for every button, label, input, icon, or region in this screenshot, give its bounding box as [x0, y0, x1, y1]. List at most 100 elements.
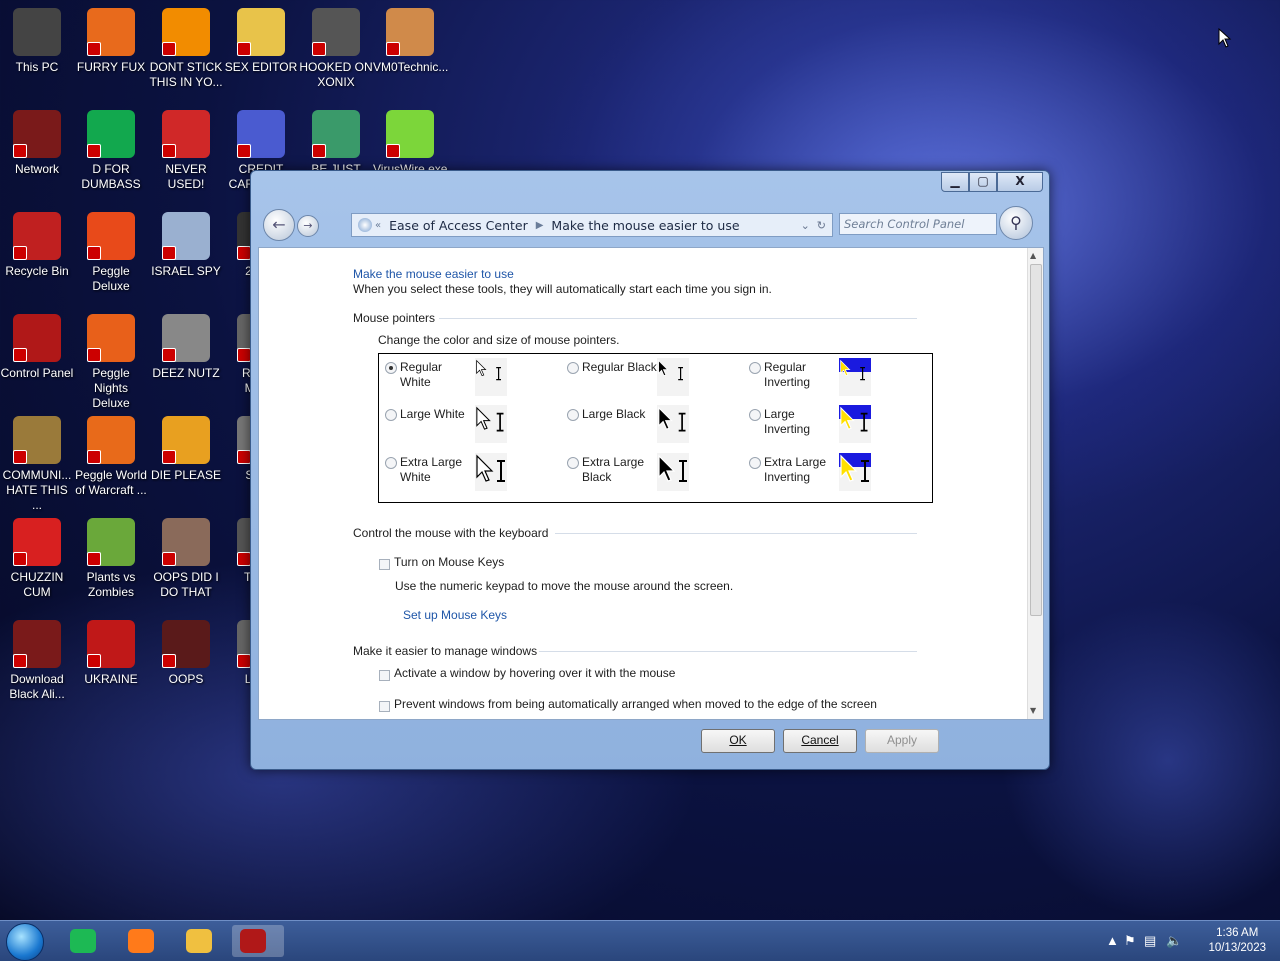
app-icon [386, 8, 434, 56]
forward-arrow-icon[interactable]: → [297, 215, 319, 237]
close-button[interactable]: X [997, 172, 1043, 192]
pointer-option-label[interactable]: Large White [400, 407, 465, 422]
pointer-option-label[interactable]: Extra Large Inverting [764, 455, 826, 485]
pointer-radio[interactable] [567, 362, 579, 374]
desktop-icon[interactable]: Download Black Ali... [0, 614, 74, 702]
address-dropdown-refresh[interactable]: ⌄ ↻ [801, 219, 832, 232]
search-icon[interactable]: ⚲ [999, 206, 1033, 240]
app-icon [87, 518, 135, 566]
minimize-button[interactable]: ▁ [941, 172, 969, 192]
desktop-icon[interactable]: FURRY FUX [74, 2, 148, 75]
desktop-icon[interactable]: Plants vs Zombies [74, 512, 148, 600]
start-button[interactable] [6, 923, 44, 961]
app-icon [162, 314, 210, 362]
pointer-radio[interactable] [385, 457, 397, 469]
clock[interactable]: 1:36 AM 10/13/2023 [1208, 926, 1266, 956]
desktop-icon[interactable]: VM0Technic... [373, 2, 448, 75]
mouse-keys-checkbox[interactable] [379, 559, 390, 570]
pointer-radio[interactable] [749, 457, 761, 469]
volume-icon[interactable]: 🔈 [1166, 933, 1182, 949]
setup-mouse-keys-link[interactable]: Set up Mouse Keys [403, 608, 507, 622]
pointer-radio[interactable] [749, 362, 761, 374]
desktop-icon-label: Peggle World of Warcraft ... [75, 468, 147, 497]
scroll-up-icon[interactable]: ▲ [1030, 251, 1036, 260]
network-icon[interactable]: ▤ [1144, 933, 1156, 949]
desktop-icon[interactable]: COMMUNI... HATE THIS ... [0, 410, 74, 513]
show-hidden-icons-icon[interactable]: ▲ [1106, 933, 1119, 948]
desktop-icon[interactable]: OOPS [149, 614, 223, 687]
maximize-button[interactable]: ▢ [969, 172, 997, 192]
pointer-option-label[interactable]: Extra Large Black [582, 455, 644, 485]
desktop-icon[interactable]: DEEZ NUTZ [149, 308, 223, 381]
cancel-button[interactable]: Cancel [783, 729, 857, 753]
app-icon [312, 8, 360, 56]
desktop-icon[interactable]: Control Panel [0, 308, 74, 381]
pointer-radio[interactable] [567, 409, 579, 421]
prevent-arrange-checkbox[interactable] [379, 701, 390, 712]
mouse-keys-description: Use the numeric keypad to move the mouse… [395, 579, 734, 593]
desktop-icon[interactable]: VirusWire.exe [373, 104, 447, 177]
pointer-radio[interactable] [567, 457, 579, 469]
pointer-radio[interactable] [385, 362, 397, 374]
shortcut-arrow-icon [162, 246, 176, 260]
section-mouse-pointers: Mouse pointers [353, 311, 436, 325]
taskbar-spotify-button[interactable] [62, 925, 104, 957]
pointer-option-line2: White [400, 375, 431, 389]
breadcrumb-mouse[interactable]: Make the mouse easier to use [543, 218, 747, 233]
desktop-icon[interactable]: HOOKED ON XONIX [299, 2, 373, 90]
taskbar: ▲ ⚑ ▤ 🔈 1:36 AM 10/13/2023 [0, 920, 1280, 961]
app-icon [13, 8, 61, 56]
desktop-icon[interactable]: Recycle Bin [0, 206, 74, 279]
content-pane: Make the mouse easier to use When you se… [258, 247, 1044, 720]
scroll-down-icon[interactable]: ▼ [1030, 706, 1036, 715]
desktop-icon[interactable]: Peggle Deluxe [74, 206, 148, 294]
desktop-icon[interactable]: Peggle World of Warcraft ... [74, 410, 148, 498]
app-icon [13, 212, 61, 260]
pointer-preview-icon [475, 358, 507, 396]
flag-icon[interactable]: ⚑ [1124, 933, 1136, 949]
breadcrumb-separator-icon[interactable]: ▶ [536, 220, 544, 231]
desktop-icon[interactable]: ISRAEL SPY [149, 206, 223, 279]
pointers-description: Change the color and size of mouse point… [378, 333, 620, 347]
pointer-option-label[interactable]: Regular White [400, 360, 442, 390]
desktop-icon[interactable]: DONT STICK THIS IN YO... [149, 2, 223, 90]
pointer-option-label[interactable]: Regular Black [582, 360, 657, 375]
mouse-keys-label[interactable]: Turn on Mouse Keys [394, 555, 504, 569]
hover-activate-checkbox[interactable] [379, 670, 390, 681]
desktop-icon[interactable]: Network [0, 104, 74, 177]
hover-activate-label[interactable]: Activate a window by hovering over it wi… [394, 666, 675, 680]
shortcut-arrow-icon [13, 450, 27, 464]
desktop-icon[interactable]: SEX EDITOR [224, 2, 298, 75]
pointer-option-label[interactable]: Large Inverting [764, 407, 810, 437]
scrollbar-thumb[interactable] [1030, 264, 1042, 616]
desktop-icon[interactable]: Peggle Nights Deluxe [74, 308, 148, 411]
breadcrumb-ease-of-access[interactable]: Ease of Access Center [381, 218, 536, 233]
pointer-radio[interactable] [385, 409, 397, 421]
desktop-icon[interactable]: OOPS DID I DO THAT [149, 512, 223, 600]
prevent-arrange-label[interactable]: Prevent windows from being automatically… [394, 697, 877, 711]
intro-text: When you select these tools, they will a… [353, 282, 772, 296]
desktop-icon[interactable]: DIE PLEASE [149, 410, 223, 483]
ok-button[interactable]: OK [701, 729, 775, 753]
desktop-icon[interactable]: UKRAINE [74, 614, 148, 687]
pointer-radio[interactable] [749, 409, 761, 421]
taskbar-control-panel-button[interactable] [232, 925, 284, 957]
taskbar-firefox-button[interactable] [120, 925, 162, 957]
apply-button[interactable]: Apply [865, 729, 939, 753]
desktop-icon-label: OOPS DID I DO THAT [153, 570, 219, 599]
desktop-icon[interactable]: NEVER USED! [149, 104, 223, 192]
desktop-icon-label: UKRAINE [84, 672, 138, 686]
pointer-preview-icon [839, 453, 871, 491]
pointer-option-label[interactable]: Extra Large White [400, 455, 462, 485]
pointer-option-label[interactable]: Regular Inverting [764, 360, 810, 390]
vertical-scrollbar[interactable]: ▲ ▼ [1027, 248, 1043, 719]
address-bar[interactable]: « Ease of Access Center ▶ Make the mouse… [351, 213, 833, 237]
desktop-icon[interactable]: This PC [0, 2, 74, 75]
pointer-option-label[interactable]: Large Black [582, 407, 645, 422]
shortcut-arrow-icon [87, 348, 101, 362]
taskbar-file-explorer-button[interactable] [178, 925, 220, 957]
back-arrow-icon[interactable]: ← [263, 209, 295, 241]
desktop-icon[interactable]: CHUZZIN CUM [0, 512, 74, 600]
search-input[interactable]: Search Control Panel [839, 213, 997, 235]
desktop-icon[interactable]: D FOR DUMBASS [74, 104, 148, 192]
